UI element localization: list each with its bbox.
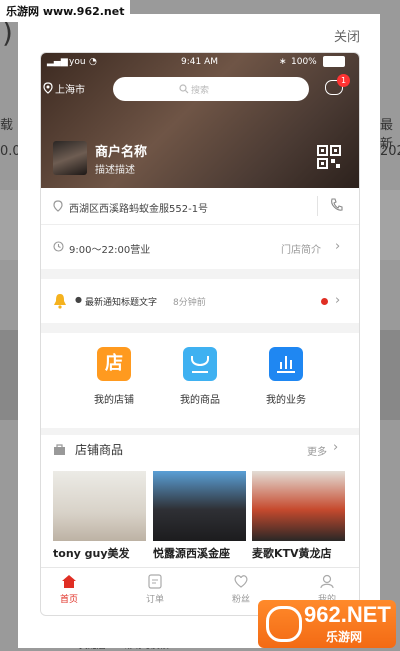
section-title: 店铺商品 <box>75 443 124 457</box>
address-row[interactable]: 西湖区西溪路蚂蚁金服552-1号 <box>41 188 359 225</box>
tab-label: 订单 <box>145 595 164 605</box>
search-icon <box>179 84 189 94</box>
product-image[interactable] <box>252 471 345 541</box>
store-icon: 店 <box>97 347 131 381</box>
carrier-label: you <box>69 57 86 67</box>
business-icon <box>269 347 303 381</box>
unread-dot <box>321 298 328 305</box>
location-pin-icon <box>43 82 53 94</box>
store-intro-link[interactable]: 门店简介 <box>281 241 321 256</box>
order-icon <box>148 574 162 589</box>
hours-text: 9:00～22:00营业 <box>69 245 151 256</box>
hero-banner: ▂▄▆ you ◔ 9:41 AM ∗ 100% 上海市 搜索 1 商户名称 描… <box>41 53 359 188</box>
preview-modal: 关闭 ▂▄▆ you ◔ 9:41 AM ∗ 100% 上海市 搜索 1 商户名… <box>18 14 380 648</box>
tab-home[interactable]: 首页 <box>44 574 94 605</box>
product-image[interactable] <box>53 471 146 541</box>
phone-icon[interactable] <box>329 198 343 212</box>
wifi-icon: ◔ <box>89 57 97 67</box>
tab-fans[interactable]: 粉丝 <box>216 574 266 605</box>
city-selector[interactable]: 上海市 <box>55 81 85 96</box>
watermark-logo: 962.NET 乐游网 <box>258 600 396 648</box>
hours-row[interactable]: 9:00～22:00营业 门店简介 › <box>41 225 359 269</box>
my-store-button[interactable]: 店 我的店铺 <box>79 347 149 417</box>
product-image[interactable] <box>153 471 246 541</box>
bullet-dot: ● <box>75 295 82 304</box>
product-name[interactable]: tony guy美发 <box>53 545 130 561</box>
status-time: 9:41 AM <box>181 57 218 67</box>
chevron-right-icon: › <box>335 239 341 254</box>
chevron-right-icon: › <box>335 293 341 308</box>
merchant-name: 商户名称 <box>95 145 148 160</box>
heart-icon <box>234 575 248 588</box>
chevron-right-icon: › <box>333 440 339 455</box>
notice-time: 8分钟前 <box>173 298 206 308</box>
product-name[interactable]: 悦露源西溪金座 <box>153 545 230 561</box>
home-icon <box>62 575 76 588</box>
bag-icon <box>54 444 65 455</box>
message-badge: 1 <box>337 74 350 87</box>
quick-action-label: 我的业务 <box>266 395 306 406</box>
notice-title: 最新通知标题文字 <box>85 298 158 308</box>
battery-icon <box>323 56 345 67</box>
quick-actions: 店 我的店铺 我的商品 我的业务 <box>41 333 359 428</box>
quick-action-label: 我的商品 <box>180 395 220 406</box>
top-nav: 上海市 搜索 1 <box>41 74 359 103</box>
user-icon <box>320 574 334 589</box>
battery-percent: 100% <box>291 57 317 67</box>
merchant-desc: 描述描述 <box>95 165 135 176</box>
more-link[interactable]: 更多 <box>307 443 327 458</box>
bluetooth-icon: ∗ <box>279 57 287 67</box>
my-business-button[interactable]: 我的业务 <box>251 347 321 417</box>
close-button[interactable]: 关闭 <box>334 26 360 45</box>
products-icon <box>183 347 217 381</box>
watermark-top: 乐游网 www.962.net <box>0 0 131 22</box>
status-bar: ▂▄▆ you ◔ 9:41 AM ∗ 100% <box>41 53 359 71</box>
background-text: 202 <box>380 144 400 159</box>
bell-icon <box>54 294 66 309</box>
merchant-avatar <box>53 141 87 175</box>
divider <box>317 196 318 216</box>
logo-ring-icon <box>266 606 302 642</box>
my-products-button[interactable]: 我的商品 <box>165 347 235 417</box>
location-pin-icon <box>53 200 63 212</box>
watermark-main: 962.NET <box>304 602 391 627</box>
tab-orders[interactable]: 订单 <box>130 574 180 605</box>
background-text: 载 <box>0 118 14 133</box>
search-input[interactable]: 搜索 <box>113 77 309 101</box>
signal-icon: ▂▄▆ <box>47 57 68 67</box>
shop-products-section: 店铺商品 更多 › tony guy美发 悦露源西溪金座 麦歌KTV黄龙店 <box>41 435 359 569</box>
clock-icon <box>53 241 64 252</box>
quick-action-label: 我的店铺 <box>94 395 134 406</box>
search-placeholder: 搜索 <box>191 86 210 96</box>
notice-row[interactable]: ● 最新通知标题文字 8分钟前 › <box>41 279 359 323</box>
address-text: 西湖区西溪路蚂蚁金服552-1号 <box>69 204 209 215</box>
phone-preview: ▂▄▆ you ◔ 9:41 AM ∗ 100% 上海市 搜索 1 商户名称 描… <box>40 52 360 616</box>
watermark-sub: 乐游网 <box>326 630 363 644</box>
product-name[interactable]: 麦歌KTV黄龙店 <box>252 545 332 561</box>
qr-code-icon[interactable] <box>317 145 341 169</box>
tab-label: 首页 <box>59 595 78 605</box>
